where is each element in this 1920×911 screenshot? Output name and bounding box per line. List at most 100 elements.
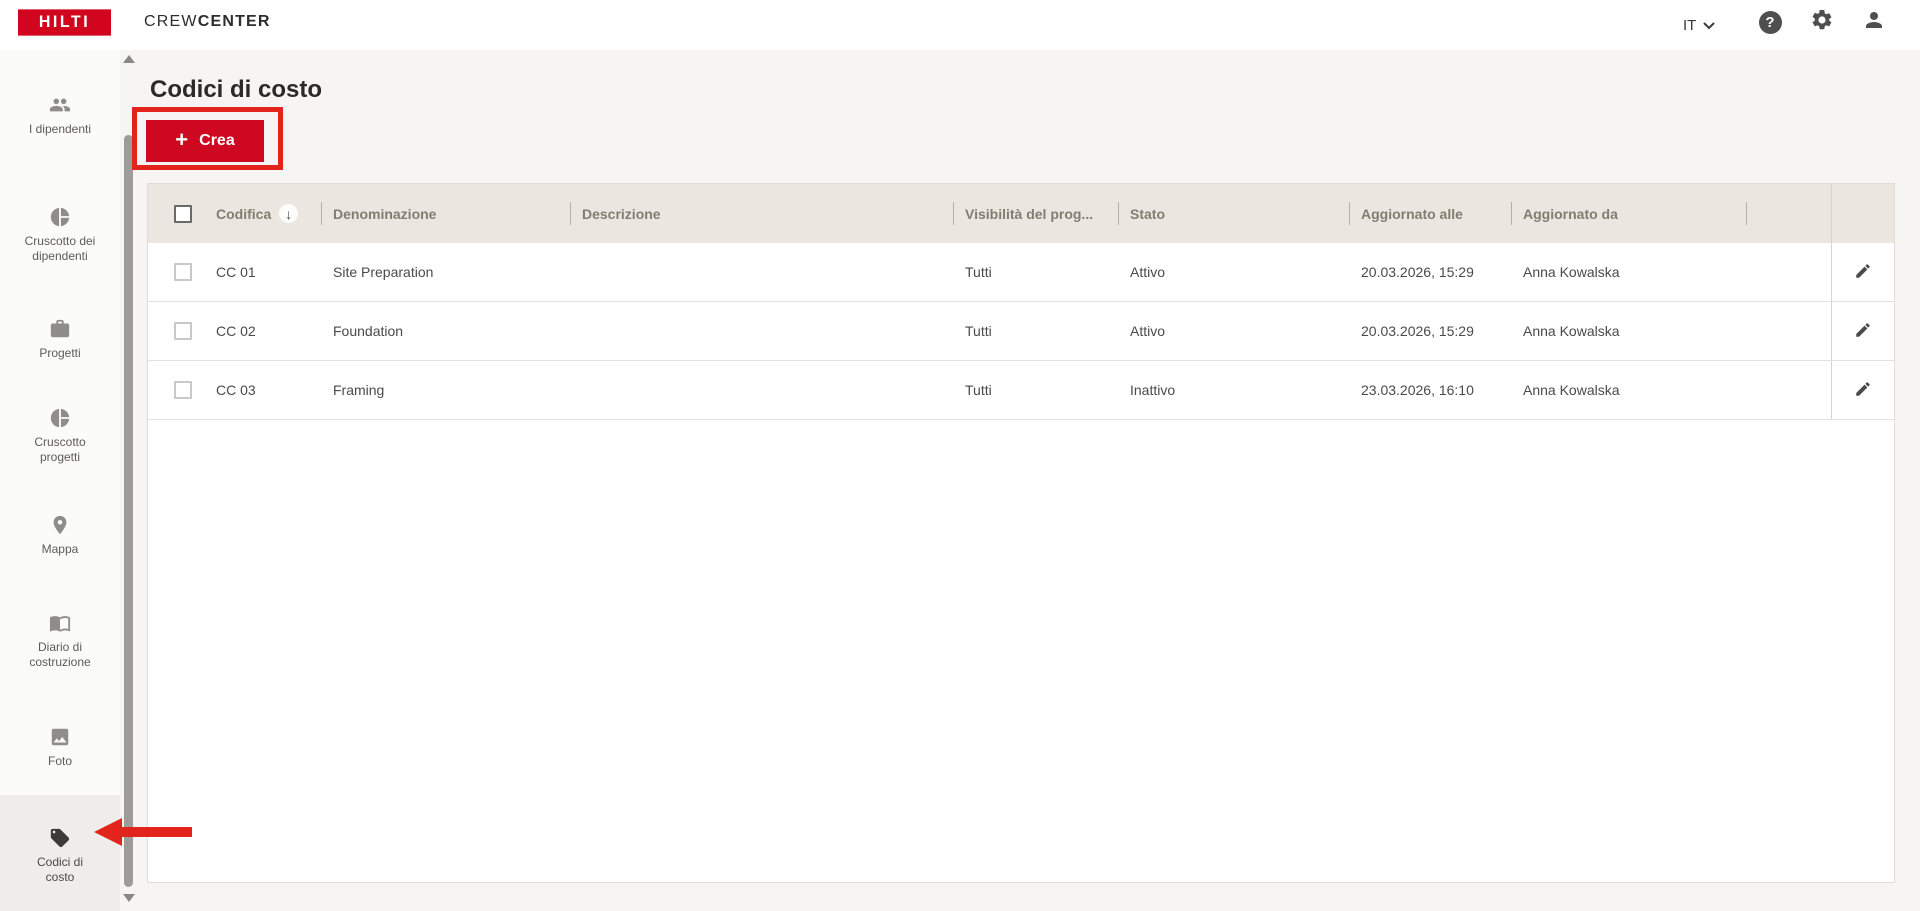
sidebar-item-label: Foto [47,754,72,768]
pencil-icon [1854,321,1872,342]
pie-chart-icon [0,407,120,429]
hilti-logo: HILTI [18,9,111,36]
cell-visibilita: Tutti [965,323,992,339]
table-row: CC 02 Foundation Tutti Attivo 20.03.2026… [148,302,1894,361]
app-wordmark: CREWCENTER [144,13,271,31]
sidebar-item-label: Codici di [36,855,84,869]
column-header-visibilita[interactable]: Visibilità del prog... [953,184,1118,243]
edit-button[interactable] [1854,262,1872,283]
help-glyph: ? [1765,13,1775,31]
column-header-descrizione[interactable]: Descrizione [570,184,953,243]
cell-aggiornato-alle: 20.03.2026, 15:29 [1361,323,1474,339]
wordmark-center: CENTER [197,13,271,30]
help-icon: ? [1758,10,1782,34]
cell-denominazione: Foundation [333,323,404,339]
cost-codes-table: Codifica ↓ Denominazione Descrizione Vis… [147,183,1895,883]
column-label: Codifica [216,205,272,222]
row-checkbox[interactable] [174,381,192,399]
language-selector[interactable]: IT [1683,13,1715,37]
column-header-stato[interactable]: Stato [1118,184,1349,243]
cell-codifica: CC 03 [216,382,256,398]
settings-button[interactable] [1809,9,1835,35]
sidebar-item-label: dipendenti [32,249,88,263]
hilti-logo-text: HILTI [38,13,91,31]
column-label: Aggiornato da [1523,205,1618,222]
sort-desc-icon: ↓ [279,204,299,223]
pencil-icon [1854,380,1872,401]
edit-button[interactable] [1854,380,1872,401]
wordmark-crew: CREW [144,13,198,30]
column-header-aggiornato-da[interactable]: Aggiornato da [1511,184,1746,243]
sidebar-item-progetti[interactable]: Progetti [0,318,120,361]
column-label: Visibilità del prog... [965,205,1094,222]
account-button[interactable] [1861,9,1887,35]
sidebar-item-label: costruzione [29,655,91,669]
annotation-arrow [94,818,192,846]
sidebar-scrollbar-thumb[interactable] [124,135,133,887]
gear-icon [1810,8,1834,37]
sidebar-item-label: Mappa [41,542,79,556]
create-button-label: Crea [199,132,235,149]
sidebar-item-foto[interactable]: Foto [0,726,120,769]
sidebar-item-diario[interactable]: Diario di costruzione [0,612,120,670]
map-pin-icon [0,514,120,536]
cell-aggiornato-alle: 23.03.2026, 16:10 [1361,382,1474,398]
cell-visibilita: Tutti [965,382,992,398]
scrollbar-up-arrow[interactable] [123,55,135,63]
sidebar-item-label: I dipendenti [28,122,92,136]
sidebar-item-label: Cruscotto [34,435,86,449]
select-all-checkbox[interactable] [174,204,192,223]
plus-icon: + [175,127,189,152]
create-button[interactable]: + Crea [146,120,264,162]
cell-denominazione: Framing [333,382,385,398]
pencil-icon [1854,262,1872,283]
language-code: IT [1683,16,1697,34]
sidebar-item-label: progetti [39,450,81,464]
scrollbar-down-arrow[interactable] [123,894,135,902]
photo-icon [0,726,120,748]
cell-descrizione [570,302,953,360]
table-row: CC 03 Framing Tutti Inattivo 23.03.2026,… [148,361,1894,420]
cell-aggiornato-da: Anna Kowalska [1523,264,1620,280]
cell-descrizione [570,243,953,301]
sidebar-item-dipendenti[interactable]: I dipendenti [0,94,120,137]
sidebar-item-cruscotto-dipendenti[interactable]: Cruscotto dei dipendenti [0,206,120,264]
column-label: Denominazione [333,205,437,222]
cell-codifica: CC 02 [216,323,256,339]
page-title: Codici di costo [150,76,323,104]
column-label: Aggiornato alle [1361,205,1463,222]
cell-aggiornato-da: Anna Kowalska [1523,323,1620,339]
column-label: Descrizione [582,205,661,222]
person-icon [1862,8,1886,37]
column-header-empty [1746,184,1831,243]
sidebar-item-label: Progetti [39,346,81,360]
cell-aggiornato-da: Anna Kowalska [1523,382,1620,398]
column-header-actions [1831,184,1894,243]
sidebar-item-mappa[interactable]: Mappa [0,514,120,557]
cell-descrizione [570,361,953,419]
sidebar-item-cruscotto-progetti[interactable]: Cruscotto progetti [0,407,120,465]
book-icon [0,612,120,634]
cell-codifica: CC 01 [216,264,256,280]
edit-button[interactable] [1854,321,1872,342]
cell-stato: Inattivo [1130,382,1176,398]
cell-aggiornato-alle: 20.03.2026, 15:29 [1361,264,1474,280]
column-label: Stato [1130,205,1165,222]
people-icon [0,94,120,116]
sidebar-item-label: Diario di [37,640,82,654]
crewcenter-app: HILTI CREWCENTER IT ? I dipendenti Crusc… [0,0,1920,911]
row-checkbox[interactable] [174,263,192,281]
pie-chart-icon [0,206,120,228]
table-row: CC 01 Site Preparation Tutti Attivo 20.0… [148,243,1894,302]
column-header-codifica[interactable]: Codifica ↓ [204,184,321,243]
sidebar: I dipendenti Cruscotto dei dipendenti Pr… [0,50,120,911]
help-button[interactable]: ? [1757,9,1783,35]
sidebar-item-label: costo [45,870,75,884]
cell-stato: Attivo [1130,323,1166,339]
row-checkbox[interactable] [174,322,192,340]
briefcase-icon [0,318,120,340]
sidebar-item-label: Cruscotto dei [24,234,96,248]
cell-stato: Attivo [1130,264,1166,280]
column-header-aggiornato-alle[interactable]: Aggiornato alle [1349,184,1511,243]
column-header-denominazione[interactable]: Denominazione [321,184,570,243]
